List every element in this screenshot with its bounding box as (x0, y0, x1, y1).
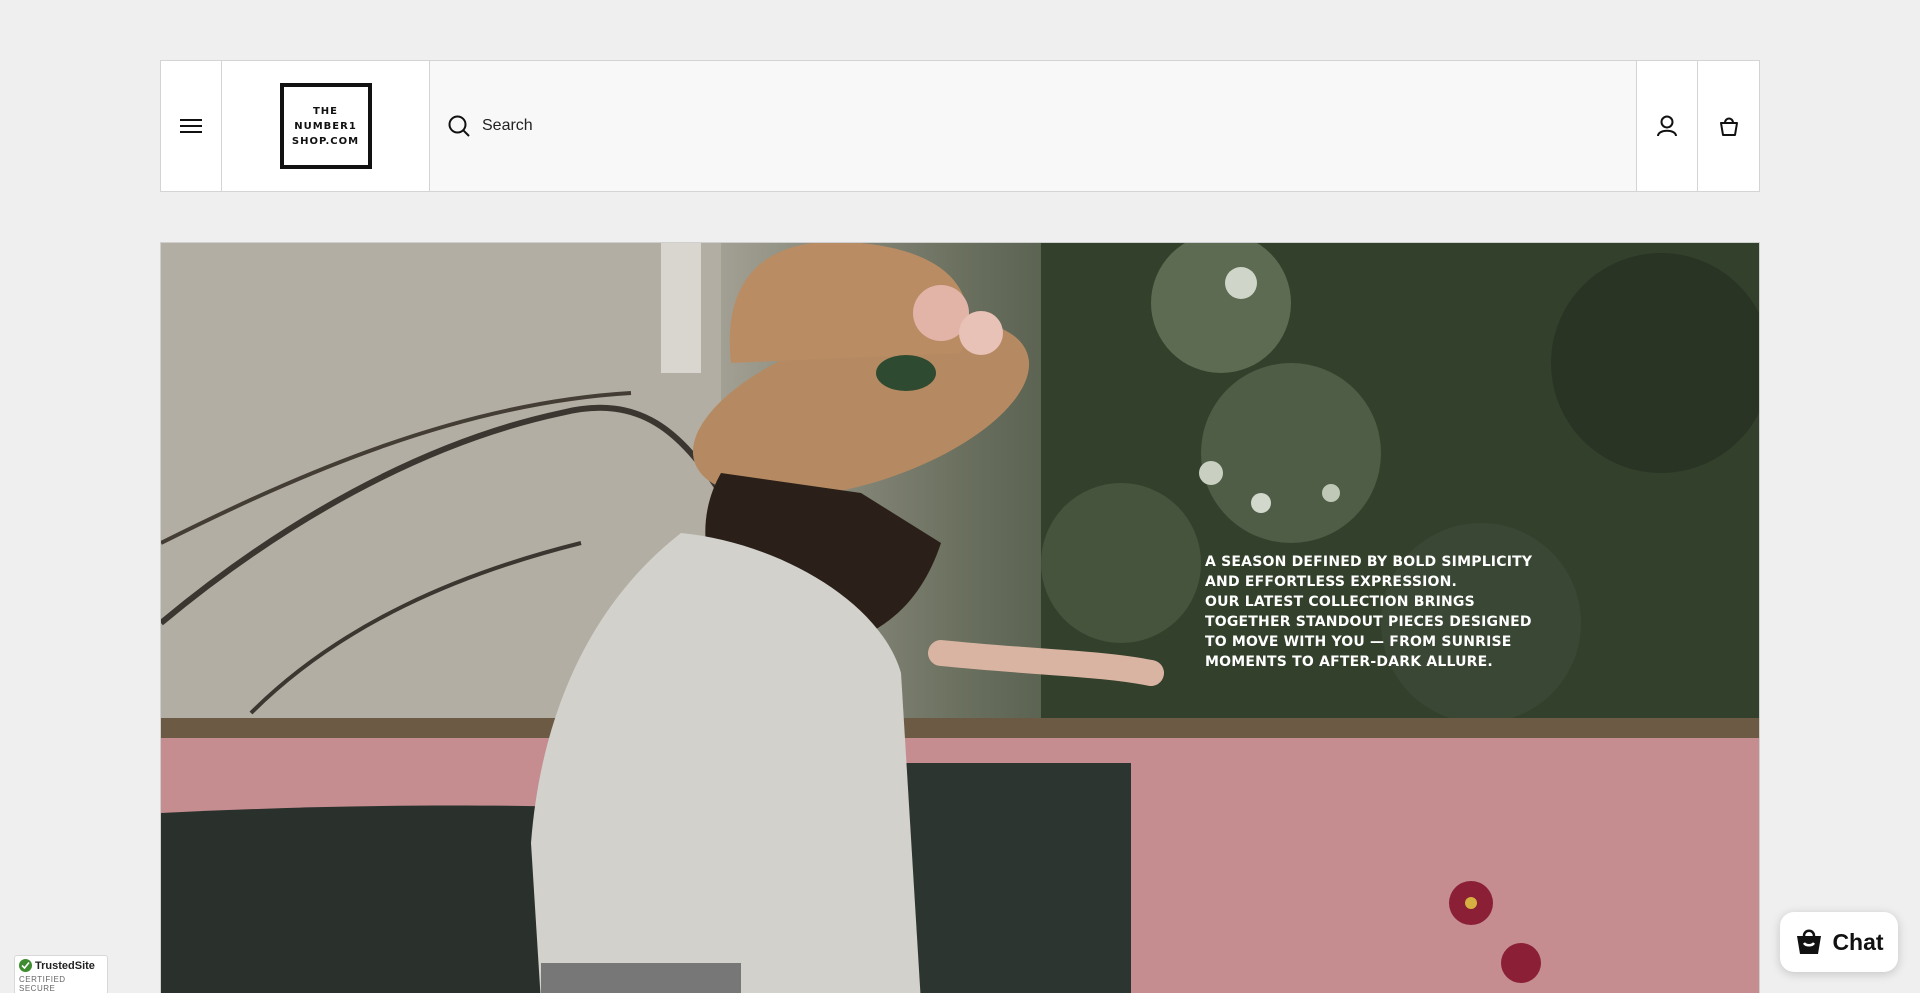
account-button[interactable] (1637, 61, 1698, 191)
menu-button[interactable] (161, 61, 222, 191)
chat-button[interactable]: Chat (1780, 912, 1898, 972)
account-icon (1657, 115, 1677, 137)
logo-line-1: THE (312, 105, 339, 117)
logo-link[interactable]: THE NUMBER1 SHOP.COM (222, 61, 430, 191)
hero-line-2: OUR LATEST COLLECTION BRINGS TOGETHER ST… (1205, 594, 1532, 670)
trust-badge-name: TrustedSite (35, 959, 95, 972)
trust-badge-top: TrustedSite (19, 959, 103, 972)
check-icon (19, 959, 32, 972)
search-icon (448, 115, 470, 137)
hero-text: A SEASON DEFINED BY BOLD SIMPLICITY AND … (1205, 552, 1557, 672)
chat-bag-icon (1797, 929, 1822, 954)
logo: THE NUMBER1 SHOP.COM (279, 83, 372, 169)
trustedsite-badge[interactable]: TrustedSite CERTIFIED SECURE (14, 955, 108, 993)
cart-button[interactable] (1698, 61, 1759, 191)
trust-badge-tagline: CERTIFIED SECURE (19, 975, 66, 993)
site-header: THE NUMBER1 SHOP.COM Search (160, 60, 1760, 192)
page: THE NUMBER1 SHOP.COM Search A SEASON DEF… (0, 0, 1920, 993)
menu-icon (180, 119, 202, 133)
hero-banner[interactable]: A SEASON DEFINED BY BOLD SIMPLICITY AND … (160, 242, 1760, 993)
cart-icon (1719, 117, 1738, 136)
search-label: Search (482, 117, 533, 134)
search-bar[interactable]: Search (430, 61, 1637, 191)
chat-label: Chat (1832, 928, 1884, 955)
hero-line-1: A SEASON DEFINED BY BOLD SIMPLICITY AND … (1205, 554, 1533, 590)
logo-line-2: NUMBER1 (294, 120, 357, 132)
logo-line-3: SHOP.COM (291, 135, 360, 147)
